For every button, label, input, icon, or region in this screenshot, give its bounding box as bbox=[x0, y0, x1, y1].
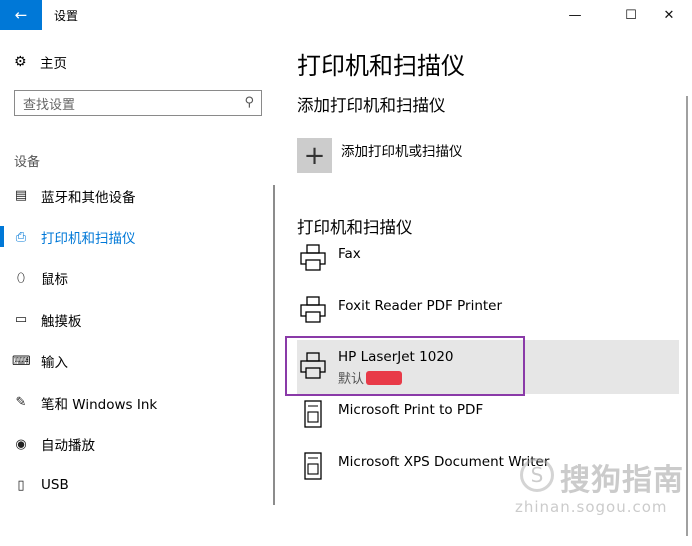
sidebar-item-autoplay[interactable]: ◉ 自动播放 bbox=[0, 423, 276, 464]
sidebar-item-mouse[interactable]: ⬯ 鼠标 bbox=[0, 258, 276, 299]
gear-icon: ⚙ bbox=[14, 54, 27, 70]
printer-icon bbox=[300, 244, 326, 271]
printer-name: Microsoft XPS Document Writer bbox=[338, 454, 550, 470]
main-scrollbar[interactable] bbox=[686, 96, 688, 536]
printer-name: Microsoft Print to PDF bbox=[338, 402, 484, 418]
sidebar-item-label: 触摸板 bbox=[41, 313, 82, 330]
section-label-devices: 设备 bbox=[14, 155, 41, 170]
printer-list-title: 打印机和扫描仪 bbox=[297, 218, 413, 237]
search-placeholder: 查找设置 bbox=[23, 97, 76, 113]
close-button[interactable]: ✕ bbox=[646, 0, 692, 30]
printer-name: Foxit Reader PDF Printer bbox=[338, 298, 503, 314]
autoplay-icon: ◉ bbox=[15, 436, 27, 452]
minimize-icon: — bbox=[568, 7, 582, 23]
sidebar-item-label: 笔和 Windows Ink bbox=[41, 396, 158, 413]
usb-icon: ▯ bbox=[17, 477, 25, 493]
pen-icon: ✎ bbox=[15, 395, 27, 411]
touchpad-icon: ▭ bbox=[14, 312, 28, 328]
title-bar: ← 设置 — ☐ ✕ bbox=[0, 0, 692, 30]
maximize-icon: ☐ bbox=[625, 7, 637, 23]
add-printer-button[interactable]: + bbox=[297, 138, 332, 173]
document-printer-icon bbox=[304, 452, 322, 480]
printer-icon: ⎙ bbox=[15, 229, 27, 245]
mouse-icon: ⬯ bbox=[16, 270, 26, 286]
page-title: 打印机和扫描仪 bbox=[297, 52, 465, 80]
watermark-logo-icon: S bbox=[520, 458, 554, 492]
window-title: 设置 bbox=[54, 9, 79, 23]
sidebar: ⚙ 主页 查找设置 ⚲ 设备 ▤ 蓝牙和其他设备 ⎙ 打印机和扫描仪 ⬯ 鼠标 … bbox=[0, 30, 276, 546]
sidebar-item-label: 输入 bbox=[41, 355, 68, 372]
sidebar-item-label: USB bbox=[41, 477, 69, 494]
sidebar-nav: ▤ 蓝牙和其他设备 ⎙ 打印机和扫描仪 ⬯ 鼠标 ▭ 触摸板 ⌨ 输入 ✎ 笔和… bbox=[0, 175, 276, 506]
sidebar-item-printers[interactable]: ⎙ 打印机和扫描仪 bbox=[0, 216, 276, 257]
sidebar-item-usb[interactable]: ▯ USB bbox=[0, 465, 276, 506]
printer-item-foxit[interactable]: Foxit Reader PDF Printer bbox=[297, 292, 679, 342]
watermark-url: zhinan.sogou.com bbox=[515, 498, 668, 516]
home-nav-item[interactable]: ⚙ 主页 bbox=[14, 52, 67, 72]
close-icon: ✕ bbox=[663, 7, 675, 23]
printer-item-fax[interactable]: Fax bbox=[297, 240, 679, 290]
sidebar-item-pen[interactable]: ✎ 笔和 Windows Ink bbox=[0, 382, 276, 423]
add-section-title: 添加打印机和扫描仪 bbox=[297, 96, 446, 115]
sidebar-item-typing[interactable]: ⌨ 输入 bbox=[0, 341, 276, 382]
home-label: 主页 bbox=[40, 56, 67, 72]
printer-icon bbox=[300, 296, 326, 323]
sidebar-item-label: 蓝牙和其他设备 bbox=[41, 189, 136, 206]
bluetooth-devices-icon: ▤ bbox=[14, 188, 28, 204]
sidebar-item-bluetooth[interactable]: ▤ 蓝牙和其他设备 bbox=[0, 175, 276, 216]
watermark-text: 搜狗指南 bbox=[560, 463, 684, 498]
printer-name: Fax bbox=[338, 246, 361, 262]
back-arrow-icon: ← bbox=[14, 6, 28, 24]
add-printer-label[interactable]: 添加打印机或扫描仪 bbox=[341, 140, 463, 160]
keyboard-icon: ⌨ bbox=[12, 353, 31, 369]
search-icon: ⚲ bbox=[244, 95, 254, 110]
sidebar-item-touchpad[interactable]: ▭ 触摸板 bbox=[0, 299, 276, 340]
printer-item-ms-pdf[interactable]: Microsoft Print to PDF bbox=[297, 396, 679, 446]
search-input[interactable]: 查找设置 ⚲ bbox=[14, 90, 262, 116]
selection-highlight-box bbox=[285, 336, 525, 396]
minimize-button[interactable]: — bbox=[552, 0, 598, 30]
sidebar-item-label: 鼠标 bbox=[41, 272, 68, 289]
document-printer-icon bbox=[304, 400, 322, 428]
back-button[interactable]: ← bbox=[0, 0, 42, 30]
sidebar-scrollbar[interactable] bbox=[273, 185, 275, 505]
plus-icon: + bbox=[303, 140, 326, 171]
sidebar-item-label: 打印机和扫描仪 bbox=[41, 231, 136, 248]
active-indicator bbox=[0, 226, 4, 248]
sidebar-item-label: 自动播放 bbox=[41, 438, 95, 455]
